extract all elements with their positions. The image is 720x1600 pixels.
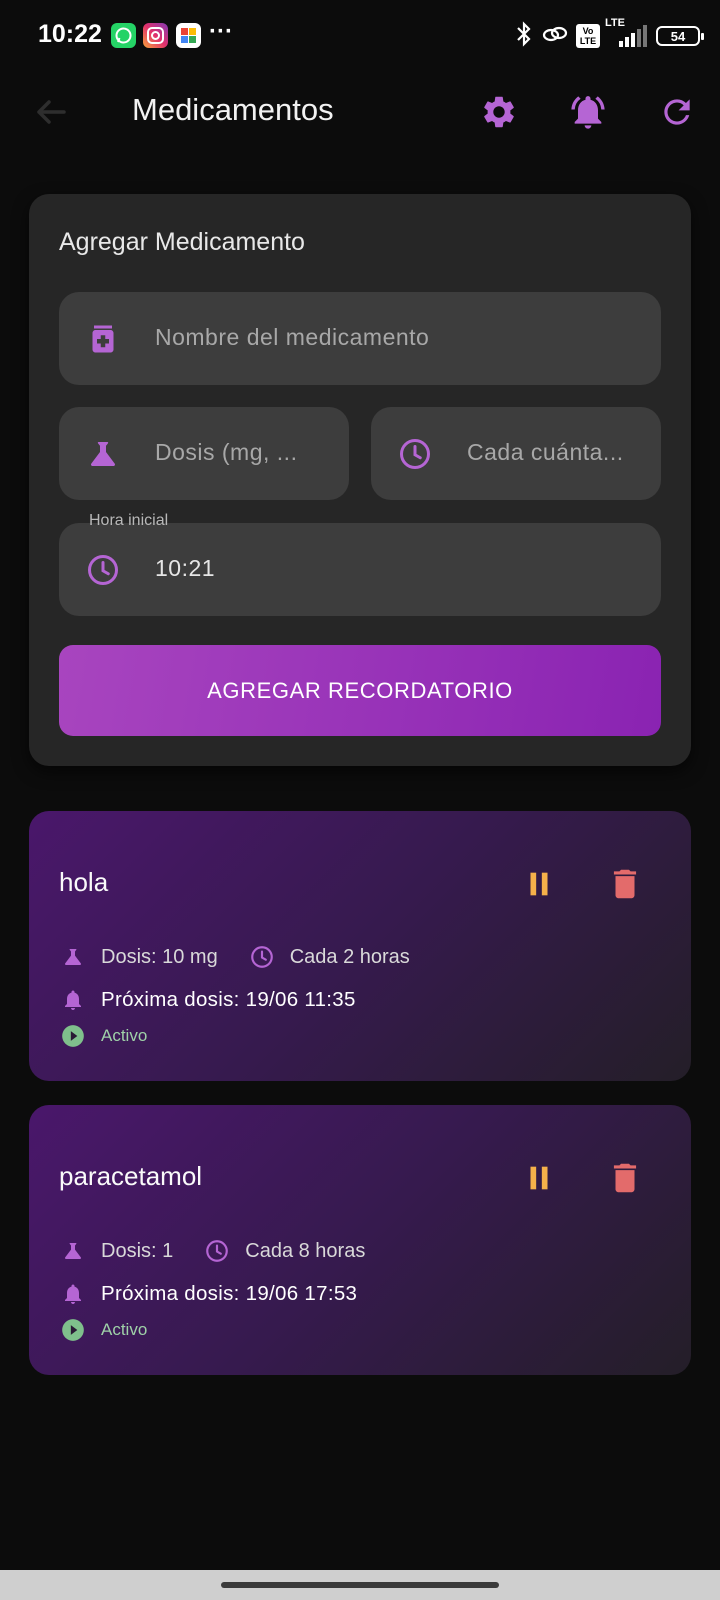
whatsapp-icon — [111, 23, 136, 48]
bell-icon — [59, 986, 87, 1014]
medication-card: hola Dosis: 10 mg Cada 2 horas Próxima d… — [29, 811, 691, 1081]
network-type: LTE — [605, 17, 625, 29]
interval-field[interactable]: Cada cuánta... — [371, 407, 661, 500]
pause-button[interactable] — [516, 1155, 562, 1201]
start-time-value: 10:21 — [155, 555, 216, 581]
play-circle-icon — [59, 1316, 87, 1344]
medication-name: paracetamol — [59, 1161, 203, 1191]
pause-button[interactable] — [516, 861, 562, 907]
clock-icon — [85, 552, 121, 588]
status-indicators: Vo LTE LTE 54 — [514, 17, 704, 52]
next-dose-text: Próxima dosis: 19/06 17:53 — [101, 1282, 358, 1305]
settings-button[interactable] — [477, 90, 521, 134]
next-dose-text: Próxima dosis: 19/06 11:35 — [101, 988, 356, 1011]
status-time: 10:22 — [38, 20, 102, 48]
dose-text: Dosis: 10 mg — [101, 945, 218, 968]
instagram-icon — [143, 23, 168, 48]
pause-icon — [530, 1166, 548, 1190]
dose-placeholder: Dosis (mg, ... — [155, 439, 298, 465]
signal-icon: LTE — [605, 17, 649, 49]
volte-badge: Vo LTE — [576, 24, 600, 48]
settings-icon — [484, 96, 514, 128]
add-reminder-button[interactable]: AGREGAR RECORDATORIO — [59, 645, 661, 736]
medication-name: hola — [59, 867, 109, 897]
trash-icon — [613, 1163, 637, 1193]
clock-icon — [397, 436, 433, 472]
delete-button[interactable] — [602, 861, 648, 907]
bell-icon — [59, 1280, 87, 1308]
medication-name-placeholder: Nombre del medicamento — [155, 324, 430, 350]
start-time-field[interactable]: Hora inicial 10:21 — [59, 512, 661, 616]
dose-row: Dosis: 10 mg Cada 2 horas — [59, 942, 410, 972]
interval-text: Cada 2 horas — [289, 945, 410, 968]
medication-name-field[interactable]: Nombre del medicamento — [59, 292, 661, 385]
system-navigation-bar — [0, 1570, 720, 1600]
flask-icon — [59, 1237, 87, 1265]
status-row: Activo — [59, 1021, 147, 1051]
flask-icon — [85, 436, 121, 472]
refresh-button[interactable] — [655, 90, 699, 134]
next-dose-row: Próxima dosis: 19/06 11:35 — [59, 985, 356, 1015]
trash-icon — [613, 869, 637, 899]
start-time-label: Hora inicial — [89, 512, 169, 529]
interval-placeholder: Cada cuánta... — [467, 439, 624, 465]
refresh-icon — [664, 99, 690, 125]
interval-text: Cada 8 horas — [245, 1239, 366, 1262]
flask-icon — [59, 943, 87, 971]
status-text: Activo — [101, 1026, 148, 1045]
notifications-active-icon — [571, 96, 605, 129]
status-bar: 10:22 ··· Vo LTE LTE 54 — [0, 0, 720, 72]
status-row: Activo — [59, 1315, 147, 1345]
page-title: Medicamentos — [132, 92, 334, 127]
dose-text: Dosis: 1 — [101, 1239, 174, 1262]
medication-icon — [85, 321, 121, 357]
medication-card: paracetamol Dosis: 1 Cada 8 horas Próxim… — [29, 1105, 691, 1375]
home-gesture-handle[interactable] — [221, 1582, 499, 1588]
battery-indicator: 54 — [656, 26, 704, 46]
pause-icon — [530, 872, 548, 896]
status-text: Activo — [101, 1320, 148, 1339]
play-circle-icon — [59, 1022, 87, 1050]
photos-icon — [176, 23, 201, 48]
app-bar: Medicamentos — [0, 72, 720, 152]
overflow-dots: ··· — [209, 18, 233, 45]
add-medication-card: Agregar Medicamento Nombre del medicamen… — [29, 194, 691, 766]
link-icon — [541, 23, 569, 50]
delete-button[interactable] — [602, 1155, 648, 1201]
notifications-button[interactable] — [566, 90, 610, 134]
card-title: Agregar Medicamento — [59, 228, 305, 256]
clock-icon — [203, 1237, 231, 1265]
dose-row: Dosis: 1 Cada 8 horas — [59, 1236, 365, 1266]
bluetooth-icon — [514, 20, 534, 52]
next-dose-row: Próxima dosis: 19/06 17:53 — [59, 1279, 357, 1309]
back-button[interactable] — [30, 92, 70, 132]
dose-field[interactable]: Dosis (mg, ... — [59, 407, 349, 500]
arrow-back-icon — [37, 100, 66, 124]
clock-icon — [248, 943, 276, 971]
